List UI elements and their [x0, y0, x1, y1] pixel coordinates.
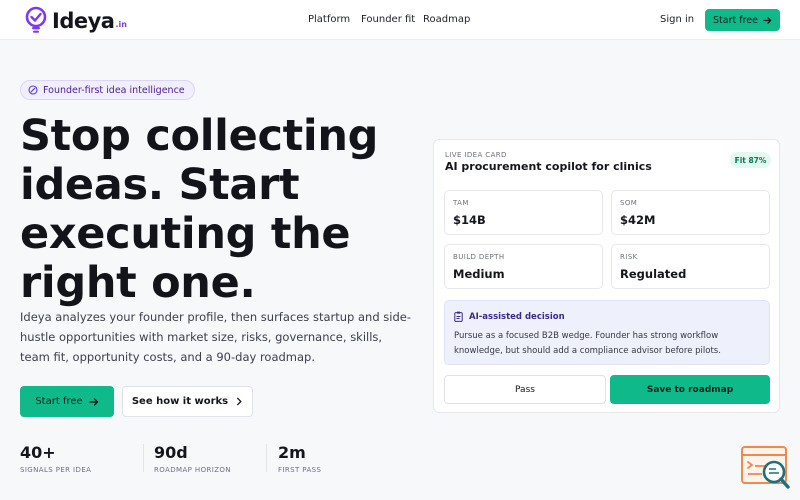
brand-name: Ideya: [52, 9, 115, 33]
lightbulb-check-icon: [25, 6, 47, 33]
fit-score-badge: Fit 87%: [730, 152, 771, 168]
stat-value: 90d: [154, 443, 188, 462]
stat-divider: [143, 444, 144, 472]
stat-value: 2m: [278, 443, 306, 462]
arrow-right-icon: [763, 16, 772, 24]
headline-line: ideas. Start: [20, 160, 300, 210]
see-how-label: See how it works: [131, 396, 229, 407]
tagline-text: Founder-first idea intelligence: [43, 84, 185, 96]
save-to-roadmap-button[interactable]: Save to roadmap: [610, 375, 770, 404]
metric-value: $14B: [453, 213, 486, 227]
stat-label: ROADMAP HORIZON: [154, 466, 231, 474]
pass-button[interactable]: Pass: [444, 375, 606, 404]
clipboard-icon: [454, 311, 463, 322]
stat-signals: 40+ SIGNALS PER IDEA: [20, 443, 92, 475]
metric-label: RISK: [620, 253, 638, 261]
top-navbar: Ideya .in Platform Founder fit Roadmap S…: [0, 0, 800, 40]
start-free-label: Start free: [713, 14, 758, 26]
sparkle-circle-icon: [28, 85, 38, 95]
nav-founder-fit[interactable]: Founder fit: [361, 14, 415, 25]
chevron-right-icon: [237, 397, 242, 406]
stat-divider: [266, 444, 267, 472]
metric-build-depth: BUILD DEPTH Medium: [444, 244, 603, 289]
headline-line: Stop collecting: [20, 111, 379, 161]
metric-label: BUILD DEPTH: [453, 253, 505, 261]
live-idea-card: LIVE IDEA CARD AI procurement copilot fo…: [433, 139, 780, 413]
metric-value: Medium: [453, 267, 505, 281]
stat-label: SIGNALS PER IDEA: [20, 466, 92, 474]
metric-tam: TAM $14B: [444, 190, 603, 235]
metric-label: SOM: [620, 199, 638, 207]
ai-decision-panel: AI-assisted decision Pursue as a focused…: [444, 300, 770, 365]
metric-risk: RISK Regulated: [611, 244, 770, 289]
tagline-pill: Founder-first idea intelligence: [20, 80, 195, 100]
magnifier-document-icon: [741, 446, 790, 489]
metric-label: TAM: [453, 199, 469, 207]
stat-value: 40+: [20, 443, 56, 462]
brand-tld: .in: [115, 20, 127, 29]
stat-roadmap: 90d ROADMAP HORIZON: [154, 443, 231, 475]
start-free-header-button[interactable]: Start free: [705, 9, 780, 31]
arrow-right-icon: [88, 397, 98, 406]
stat-first-pass: 2m FIRST PASS: [278, 443, 322, 475]
nav-platform[interactable]: Platform: [308, 14, 350, 25]
start-free-button[interactable]: Start free: [20, 386, 114, 417]
decision-text: Pursue as a focused B2B wedge. Founder h…: [454, 331, 721, 356]
decision-header: AI-assisted decision: [454, 311, 565, 322]
nav-roadmap[interactable]: Roadmap: [423, 14, 470, 25]
headline-line: right one.: [20, 258, 256, 308]
sign-in-link[interactable]: Sign in: [660, 14, 694, 25]
headline-line: executing the: [20, 209, 351, 259]
decision-title: AI-assisted decision: [469, 311, 565, 322]
card-eyebrow: LIVE IDEA CARD: [445, 151, 507, 159]
metric-value: Regulated: [620, 267, 687, 281]
metric-value: $42M: [620, 213, 656, 227]
metric-som: SOM $42M: [611, 190, 770, 235]
start-free-label: Start free: [35, 396, 83, 407]
brand-logo[interactable]: Ideya .in: [24, 6, 127, 34]
floating-search-widget[interactable]: [740, 445, 792, 495]
hero-description: Ideya analyzes your founder profile, the…: [20, 310, 411, 364]
card-title: AI procurement copilot for clinics: [445, 160, 652, 173]
stat-label: FIRST PASS: [278, 466, 322, 474]
hero-headline: Stop collecting ideas. Start executing t…: [20, 112, 420, 308]
see-how-it-works-button[interactable]: See how it works: [122, 386, 253, 417]
